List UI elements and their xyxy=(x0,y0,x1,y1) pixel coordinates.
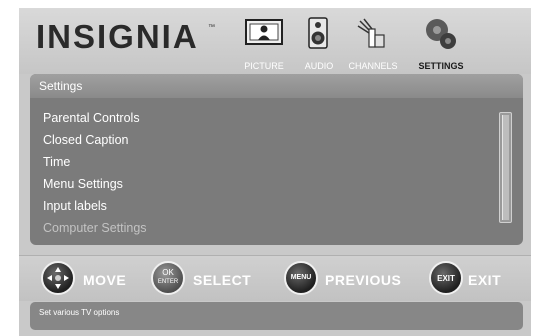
exit-button-icon[interactable]: EXIT xyxy=(429,261,463,295)
tab-channels[interactable]: CHANNELS xyxy=(346,17,400,71)
tab-audio[interactable]: AUDIO xyxy=(299,17,339,71)
ok-text: OK xyxy=(162,268,174,277)
brand-logo: INSIGNIA xyxy=(36,18,199,55)
settings-panel xyxy=(30,74,523,245)
dpad-arrows-icon xyxy=(47,267,69,289)
settings-icon xyxy=(426,19,456,49)
menu-item-time[interactable]: Time xyxy=(43,155,70,169)
ok-enter-button-icon[interactable]: OK ENTER xyxy=(151,261,185,295)
tab-audio-label: AUDIO xyxy=(304,61,334,71)
menu-item-parental-controls[interactable]: Parental Controls xyxy=(43,111,140,125)
tab-picture[interactable]: PICTURE xyxy=(240,17,288,71)
menu-text: MENU xyxy=(290,274,312,281)
exit-text: EXIT xyxy=(437,274,455,283)
enter-text: ENTER xyxy=(157,279,179,285)
nav-move-label: MOVE xyxy=(83,272,127,288)
nav-exit-label: EXIT xyxy=(468,272,502,288)
scrollbar-thumb[interactable] xyxy=(502,115,509,220)
panel-title: Settings xyxy=(30,74,523,98)
audio-icon xyxy=(308,17,328,49)
tab-settings[interactable]: SETTINGS xyxy=(411,17,471,71)
status-help-text: Set various TV options xyxy=(30,302,523,330)
tab-channels-label: CHANNELS xyxy=(348,61,398,71)
menu-button-icon[interactable]: MENU xyxy=(284,261,318,295)
tab-picture-label: PICTURE xyxy=(244,61,284,71)
dpad-icon[interactable] xyxy=(41,261,75,295)
nav-previous-label: PREVIOUS xyxy=(325,272,402,288)
menu-item-closed-caption[interactable]: Closed Caption xyxy=(43,133,128,147)
tab-settings-label: SETTINGS xyxy=(418,61,464,71)
menu-item-input-labels[interactable]: Input labels xyxy=(43,199,107,213)
menu-item-computer-settings: Computer Settings xyxy=(43,221,147,235)
picture-icon xyxy=(245,19,283,45)
menu-item-menu-settings[interactable]: Menu Settings xyxy=(43,177,123,191)
channels-icon xyxy=(357,18,385,48)
nav-select-label: SELECT xyxy=(193,272,252,288)
trademark-mark: ™ xyxy=(208,24,215,31)
